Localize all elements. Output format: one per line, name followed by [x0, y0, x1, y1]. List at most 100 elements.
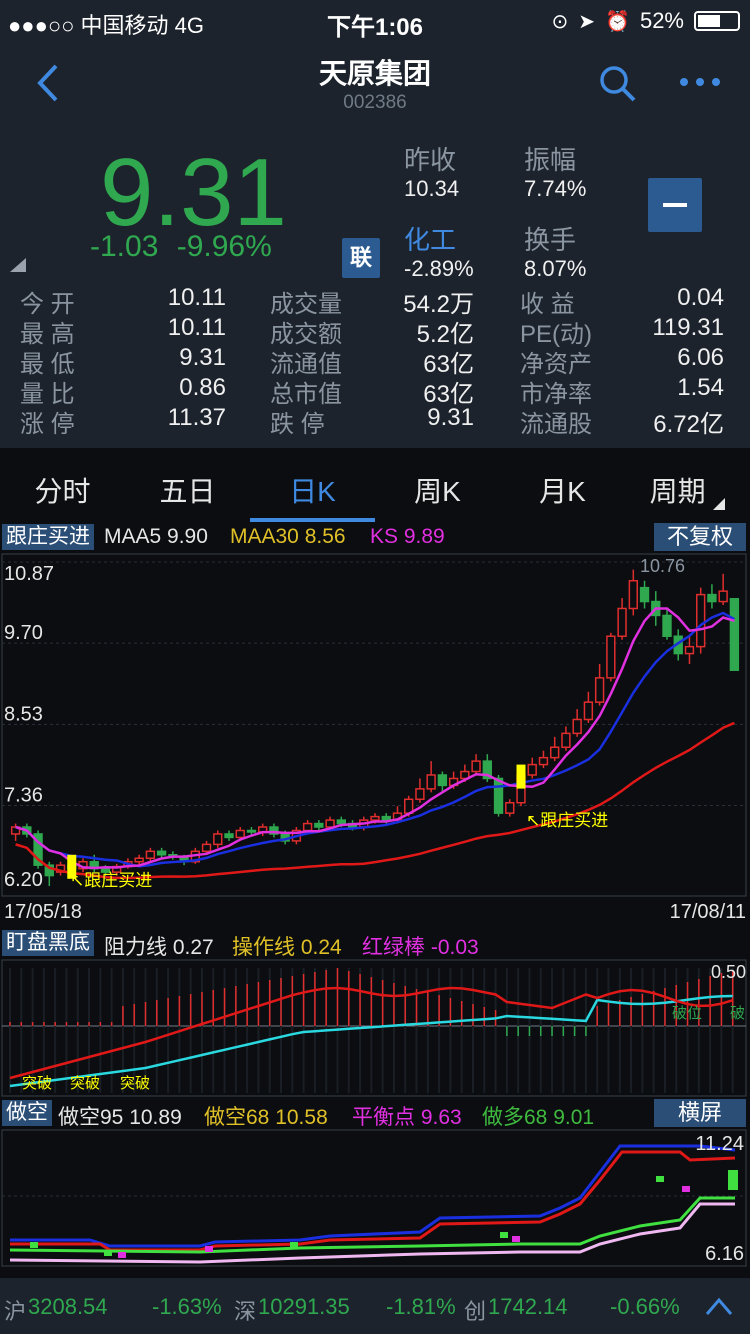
candle-body: [639, 586, 650, 603]
candle-body: [505, 801, 515, 814]
candle: [550, 736, 560, 762]
indicator3-chart[interactable]: 11.24 6.16: [0, 1128, 750, 1268]
candle-body: [201, 843, 212, 853]
red-green-bar-value: 红绿棒 -0.03: [362, 936, 479, 959]
battery-icon: [694, 11, 740, 31]
signal-marker: [500, 1232, 508, 1238]
amplitude-value: 7.74%: [524, 176, 587, 201]
stat-value: 0.86: [179, 374, 226, 401]
sz-index-name: 深: [234, 1299, 257, 1324]
stats-grid: 今 开 10.11 成交量 54.2万收 益 0.04 最 高 10.11 成交额 5.2亿 PE…: [0, 284, 750, 438]
tab-minute[interactable]: 分时: [0, 470, 125, 510]
nav-bar: 天原集团 002386: [0, 40, 750, 130]
sh-index-name: 沪: [4, 1299, 27, 1324]
candle: [145, 847, 156, 862]
stat-value: 9.31: [179, 344, 226, 371]
tab-daily-k[interactable]: 日K: [250, 470, 375, 510]
x-end-label: 17/08/11: [670, 901, 746, 923]
expand-up-icon[interactable]: [704, 1294, 734, 1318]
tab-weekly-k[interactable]: 周K: [375, 470, 500, 510]
tab-period[interactable]: 周期: [625, 470, 750, 510]
tab-monthly-k[interactable]: 月K: [500, 470, 625, 510]
candle-body: [696, 593, 706, 648]
indicator2-selector[interactable]: 盯盘黑底: [2, 930, 94, 956]
index-ticker[interactable]: 沪 3208.54 -1.63% 深 10291.35 -1.81% 创 174…: [0, 1278, 750, 1334]
candle: [639, 580, 650, 609]
candle: [583, 691, 594, 723]
candle-body: [134, 857, 144, 863]
y-tick-label: 0.50: [711, 962, 746, 982]
y-tick-label: 7.36: [4, 785, 43, 807]
candle-body: [583, 701, 594, 721]
stat-value: 1.54: [677, 374, 724, 401]
candle: [662, 608, 672, 640]
balance-value: 平衡点 9.63: [352, 1106, 462, 1129]
more-icon[interactable]: [678, 62, 722, 96]
prev-close-value: 10.34: [404, 176, 460, 201]
candle-body: [684, 645, 695, 655]
candle: [426, 761, 436, 793]
stats-row: 量 比 0.86 总市值 63亿 市净率 1.54: [0, 374, 750, 408]
lian-button[interactable]: 联: [342, 238, 380, 278]
short68-value: 做空68 10.58: [204, 1106, 328, 1129]
indicator3-selector[interactable]: 做空: [2, 1100, 52, 1126]
cy-index-value: 1742.14: [488, 1294, 568, 1319]
candle-body: [415, 788, 425, 801]
candle-body: [493, 777, 504, 814]
landscape-button[interactable]: 横屏: [654, 1099, 746, 1127]
stat-value: 10.11: [167, 284, 226, 311]
cy-index-name: 创: [464, 1299, 487, 1324]
short95-value: 做空95 10.89: [58, 1106, 182, 1129]
tab-five-day[interactable]: 五日: [125, 470, 250, 510]
breakout-label: 突破: [70, 1075, 100, 1092]
candle-body: [729, 598, 740, 671]
candle-body: [426, 774, 436, 790]
indicator2-chart[interactable]: 0.50 突破 突破 突破 破位 破: [0, 958, 750, 1098]
indicator2-svg: 0.50 突破 突破 突破 破位 破: [1, 959, 747, 1097]
signal-marker: [118, 1252, 126, 1258]
turnover-value: 8.07%: [524, 256, 587, 281]
stat-value: 119.31: [652, 314, 724, 341]
breakout-label: 突破: [120, 1075, 150, 1092]
indicator-selector[interactable]: 跟庄买进: [2, 524, 94, 550]
candle: [482, 754, 492, 782]
candle-body: [302, 822, 313, 832]
candle: [505, 799, 515, 817]
expand-corner-icon[interactable]: [10, 258, 26, 272]
stat-value: 0.04: [677, 284, 724, 311]
candle: [572, 709, 582, 737]
search-icon[interactable]: [598, 64, 638, 104]
x-start-label: 17/05/18: [4, 901, 82, 923]
stat-label: 涨 停: [20, 411, 75, 438]
candle-body: [617, 607, 627, 637]
y-tick-label: 6.20: [4, 869, 43, 891]
candle-body: [156, 850, 167, 856]
indicator3-svg: 11.24 6.16: [1, 1129, 747, 1267]
alarm-icon: ⏰: [605, 10, 630, 33]
candle-body: [594, 677, 605, 703]
change-percent: -9.96%: [176, 230, 272, 263]
remove-watchlist-button[interactable]: [648, 178, 702, 232]
candle: [471, 754, 481, 775]
adjust-button[interactable]: 不复权: [654, 523, 746, 551]
kline-chart[interactable]: 10.87 9.70 8.53 7.36 6.20 ↖跟庄买进 ↖跟庄买进 10.76 17/0…: [0, 552, 750, 926]
candle: [527, 757, 537, 779]
signal-marker: [682, 1186, 690, 1192]
sector-link[interactable]: 化工: [404, 220, 456, 257]
kline-indicator-bar: 跟庄买进 MAA5 9.90 MAA30 8.56 KS 9.89 不复权: [0, 522, 750, 552]
sh-index-value: 3208.54: [28, 1294, 108, 1319]
candle: [213, 830, 223, 848]
candle-body: [538, 756, 549, 766]
candle-body: [572, 718, 582, 735]
candle-body: [235, 829, 245, 839]
candle-body: [561, 732, 571, 748]
candle: [269, 823, 279, 838]
stat-label: 跌 停: [270, 411, 325, 438]
price-change: -1.03 -9.96%: [90, 230, 272, 264]
candle: [538, 750, 549, 769]
buy-marker: [516, 764, 526, 789]
candle-body: [662, 614, 672, 637]
candle-body: [707, 593, 717, 603]
kline-svg: 10.87 9.70 8.53 7.36 6.20 ↖跟庄买进 ↖跟庄买进 10.76 17/0…: [1, 553, 747, 923]
signal-marker: [728, 1170, 738, 1190]
